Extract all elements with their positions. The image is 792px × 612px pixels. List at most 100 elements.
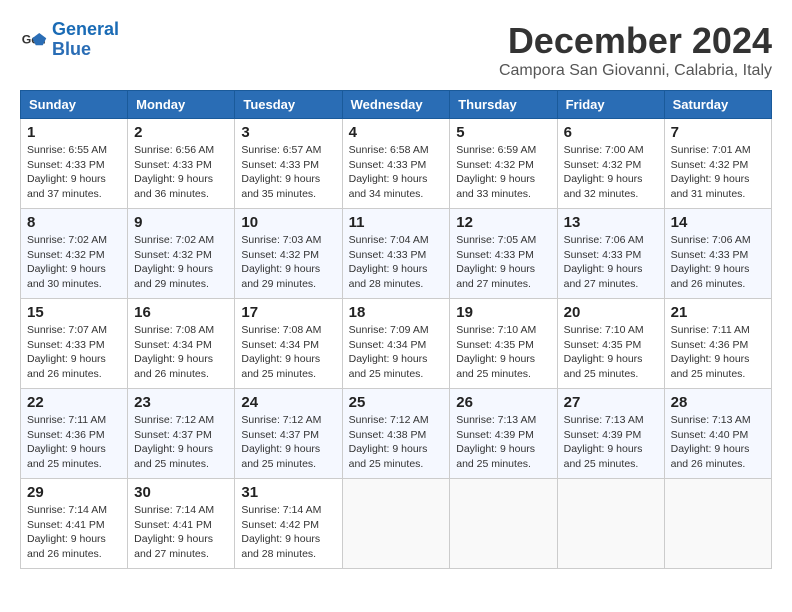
day-info: Sunrise: 6:57 AMSunset: 4:33 PMDaylight:… [241,143,335,202]
calendar-cell: 3 Sunrise: 6:57 AMSunset: 4:33 PMDaylight… [235,119,342,209]
day-number: 19 [456,304,550,321]
calendar-cell: 15 Sunrise: 7:07 AMSunset: 4:33 PMDayligh… [21,299,128,389]
calendar-cell: 16 Sunrise: 7:08 AMSunset: 4:34 PMDayligh… [128,299,235,389]
weekday-header: Thursday [450,91,557,119]
calendar-header-row: SundayMondayTuesdayWednesdayThursdayFrid… [21,91,772,119]
calendar-cell: 13 Sunrise: 7:06 AMSunset: 4:33 PMDayligh… [557,209,664,299]
day-number: 6 [564,124,658,141]
day-info: Sunrise: 7:08 AMSunset: 4:34 PMDaylight:… [134,323,228,382]
day-number: 8 [27,214,121,231]
weekday-header: Monday [128,91,235,119]
day-number: 23 [134,394,228,411]
logo-text: General Blue [52,20,119,60]
calendar-cell: 5 Sunrise: 6:59 AMSunset: 4:32 PMDaylight… [450,119,557,209]
calendar: SundayMondayTuesdayWednesdayThursdayFrid… [20,90,772,569]
calendar-cell: 9Sunrise: 7:02 AMSunset: 4:32 PMDaylight… [128,209,235,299]
day-info: Sunrise: 7:14 AMSunset: 4:41 PMDaylight:… [27,503,121,562]
calendar-cell: 18 Sunrise: 7:09 AMSunset: 4:34 PMDayligh… [342,299,450,389]
day-info: Sunrise: 7:03 AMSunset: 4:32 PMDaylight:… [241,233,335,292]
day-number: 30 [134,484,228,501]
day-number: 28 [671,394,765,411]
day-number: 26 [456,394,550,411]
day-number: 22 [27,394,121,411]
calendar-cell: 29 Sunrise: 7:14 AMSunset: 4:41 PMDayligh… [21,479,128,569]
calendar-cell: 26 Sunrise: 7:13 AMSunset: 4:39 PMDayligh… [450,389,557,479]
calendar-cell: 21 Sunrise: 7:11 AMSunset: 4:36 PMDayligh… [664,299,771,389]
day-info: Sunrise: 7:14 AMSunset: 4:41 PMDaylight:… [134,503,228,562]
day-info: Sunrise: 7:07 AMSunset: 4:33 PMDaylight:… [27,323,121,382]
day-number: 15 [27,304,121,321]
calendar-cell: 31Sunrise: 7:14 AMSunset: 4:42 PMDayligh… [235,479,342,569]
day-info: Sunrise: 6:55 AMSunset: 4:33 PMDaylight:… [27,143,121,202]
day-number: 1 [27,124,121,141]
day-number: 12 [456,214,550,231]
day-info: Sunrise: 7:00 AMSunset: 4:32 PMDaylight:… [564,143,658,202]
day-number: 20 [564,304,658,321]
calendar-cell: 27 Sunrise: 7:13 AMSunset: 4:39 PMDayligh… [557,389,664,479]
day-info: Sunrise: 6:59 AMSunset: 4:32 PMDaylight:… [456,143,550,202]
day-number: 25 [349,394,444,411]
day-info: Sunrise: 7:02 AMSunset: 4:32 PMDaylight:… [27,233,121,292]
calendar-cell: 2 Sunrise: 6:56 AMSunset: 4:33 PMDaylight… [128,119,235,209]
calendar-week-row: 22Sunrise: 7:11 AMSunset: 4:36 PMDayligh… [21,389,772,479]
weekday-header: Saturday [664,91,771,119]
day-number: 9 [134,214,228,231]
day-info: Sunrise: 7:12 AMSunset: 4:38 PMDaylight:… [349,413,444,472]
calendar-cell: 23 Sunrise: 7:12 AMSunset: 4:37 PMDayligh… [128,389,235,479]
day-info: Sunrise: 7:06 AMSunset: 4:33 PMDaylight:… [564,233,658,292]
logo-icon: Gen [20,26,48,54]
calendar-cell: 25 Sunrise: 7:12 AMSunset: 4:38 PMDayligh… [342,389,450,479]
calendar-cell [664,479,771,569]
calendar-cell: 24Sunrise: 7:12 AMSunset: 4:37 PMDayligh… [235,389,342,479]
weekday-header: Tuesday [235,91,342,119]
day-info: Sunrise: 7:12 AMSunset: 4:37 PMDaylight:… [241,413,335,472]
location-title: Campora San Giovanni, Calabria, Italy [499,62,772,80]
day-number: 16 [134,304,228,321]
day-info: Sunrise: 7:14 AMSunset: 4:42 PMDaylight:… [241,503,335,562]
weekday-header: Wednesday [342,91,450,119]
day-number: 3 [241,124,335,141]
day-number: 13 [564,214,658,231]
calendar-cell: 19Sunrise: 7:10 AMSunset: 4:35 PMDayligh… [450,299,557,389]
day-info: Sunrise: 7:08 AMSunset: 4:34 PMDaylight:… [241,323,335,382]
day-info: Sunrise: 7:12 AMSunset: 4:37 PMDaylight:… [134,413,228,472]
calendar-week-row: 1 Sunrise: 6:55 AMSunset: 4:33 PMDaylight… [21,119,772,209]
calendar-body: 1 Sunrise: 6:55 AMSunset: 4:33 PMDaylight… [21,119,772,569]
calendar-cell [342,479,450,569]
calendar-cell: 22Sunrise: 7:11 AMSunset: 4:36 PMDayligh… [21,389,128,479]
day-info: Sunrise: 7:13 AMSunset: 4:39 PMDaylight:… [564,413,658,472]
day-info: Sunrise: 7:10 AMSunset: 4:35 PMDaylight:… [564,323,658,382]
calendar-cell: 4 Sunrise: 6:58 AMSunset: 4:33 PMDaylight… [342,119,450,209]
day-info: Sunrise: 7:05 AMSunset: 4:33 PMDaylight:… [456,233,550,292]
calendar-cell: 14Sunrise: 7:06 AMSunset: 4:33 PMDayligh… [664,209,771,299]
day-number: 27 [564,394,658,411]
calendar-cell: 10 Sunrise: 7:03 AMSunset: 4:32 PMDayligh… [235,209,342,299]
day-info: Sunrise: 6:58 AMSunset: 4:33 PMDaylight:… [349,143,444,202]
day-number: 10 [241,214,335,231]
logo: Gen General Blue [20,20,119,60]
calendar-cell: 11Sunrise: 7:04 AMSunset: 4:33 PMDayligh… [342,209,450,299]
calendar-cell: 7 Sunrise: 7:01 AMSunset: 4:32 PMDaylight… [664,119,771,209]
day-info: Sunrise: 7:09 AMSunset: 4:34 PMDaylight:… [349,323,444,382]
calendar-week-row: 15 Sunrise: 7:07 AMSunset: 4:33 PMDayligh… [21,299,772,389]
day-number: 2 [134,124,228,141]
calendar-cell: 28 Sunrise: 7:13 AMSunset: 4:40 PMDayligh… [664,389,771,479]
day-info: Sunrise: 7:13 AMSunset: 4:39 PMDaylight:… [456,413,550,472]
calendar-cell: 17Sunrise: 7:08 AMSunset: 4:34 PMDayligh… [235,299,342,389]
calendar-cell: 20 Sunrise: 7:10 AMSunset: 4:35 PMDayligh… [557,299,664,389]
day-info: Sunrise: 7:01 AMSunset: 4:32 PMDaylight:… [671,143,765,202]
header: Gen General Blue December 2024 Campora S… [20,20,772,80]
day-info: Sunrise: 7:11 AMSunset: 4:36 PMDaylight:… [671,323,765,382]
day-info: Sunrise: 7:13 AMSunset: 4:40 PMDaylight:… [671,413,765,472]
day-number: 7 [671,124,765,141]
day-number: 5 [456,124,550,141]
calendar-cell: 6 Sunrise: 7:00 AMSunset: 4:32 PMDaylight… [557,119,664,209]
day-number: 4 [349,124,444,141]
calendar-cell: 30 Sunrise: 7:14 AMSunset: 4:41 PMDayligh… [128,479,235,569]
day-number: 21 [671,304,765,321]
weekday-header: Sunday [21,91,128,119]
day-info: Sunrise: 6:56 AMSunset: 4:33 PMDaylight:… [134,143,228,202]
day-number: 18 [349,304,444,321]
day-number: 11 [349,214,444,231]
day-number: 29 [27,484,121,501]
